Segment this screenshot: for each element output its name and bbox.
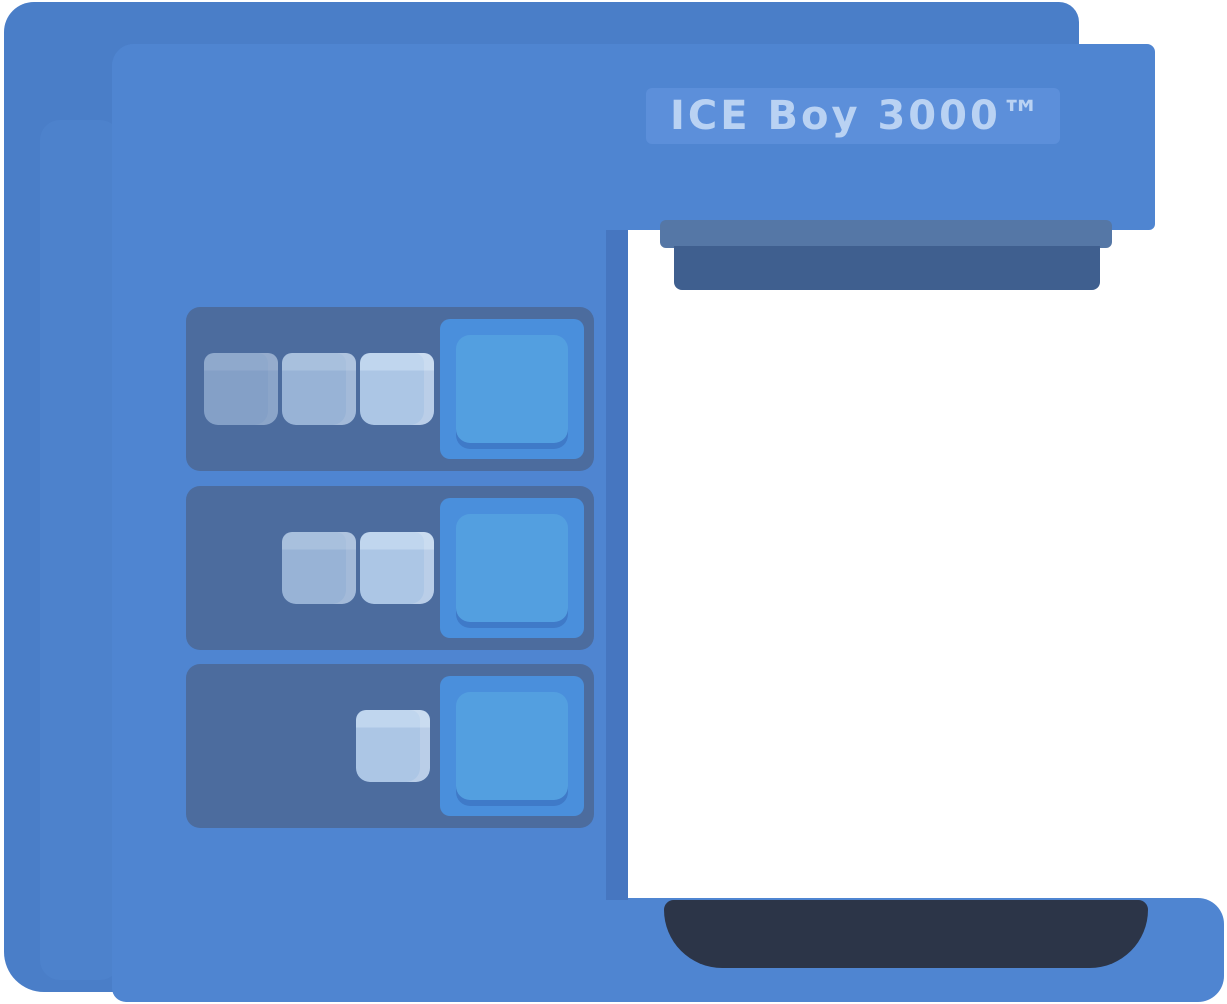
dispenser-opening	[628, 230, 1227, 898]
ice-cube-icon	[360, 353, 434, 425]
cube-indicator	[356, 664, 430, 828]
dispense-small-button[interactable]	[440, 676, 584, 816]
brand-plate: ICE Boy 3000™	[646, 88, 1060, 144]
portion-panel-large	[186, 307, 594, 471]
button-face	[456, 692, 568, 800]
drip-tray	[664, 900, 1148, 968]
ice-cube-icon	[282, 532, 356, 604]
ice-cube-icon	[282, 353, 356, 425]
dispenser-nozzle-rim	[660, 220, 1112, 248]
ice-cube-icon	[360, 532, 434, 604]
button-face	[456, 335, 568, 443]
dispense-large-button[interactable]	[440, 319, 584, 459]
ice-machine: ICE Boy 3000™	[0, 0, 1227, 1004]
dispense-medium-button[interactable]	[440, 498, 584, 638]
portion-panel-small	[186, 664, 594, 828]
button-face	[456, 514, 568, 622]
ice-cube-icon	[356, 710, 430, 782]
machine-side-bevel	[40, 120, 120, 980]
brand-label: ICE Boy 3000™	[670, 93, 1044, 139]
dispenser-nozzle	[674, 246, 1100, 290]
portion-panel-medium	[186, 486, 594, 650]
column-shadow	[606, 230, 628, 900]
cube-indicator	[204, 307, 434, 471]
ice-cube-icon	[204, 353, 278, 425]
cube-indicator	[282, 486, 434, 650]
